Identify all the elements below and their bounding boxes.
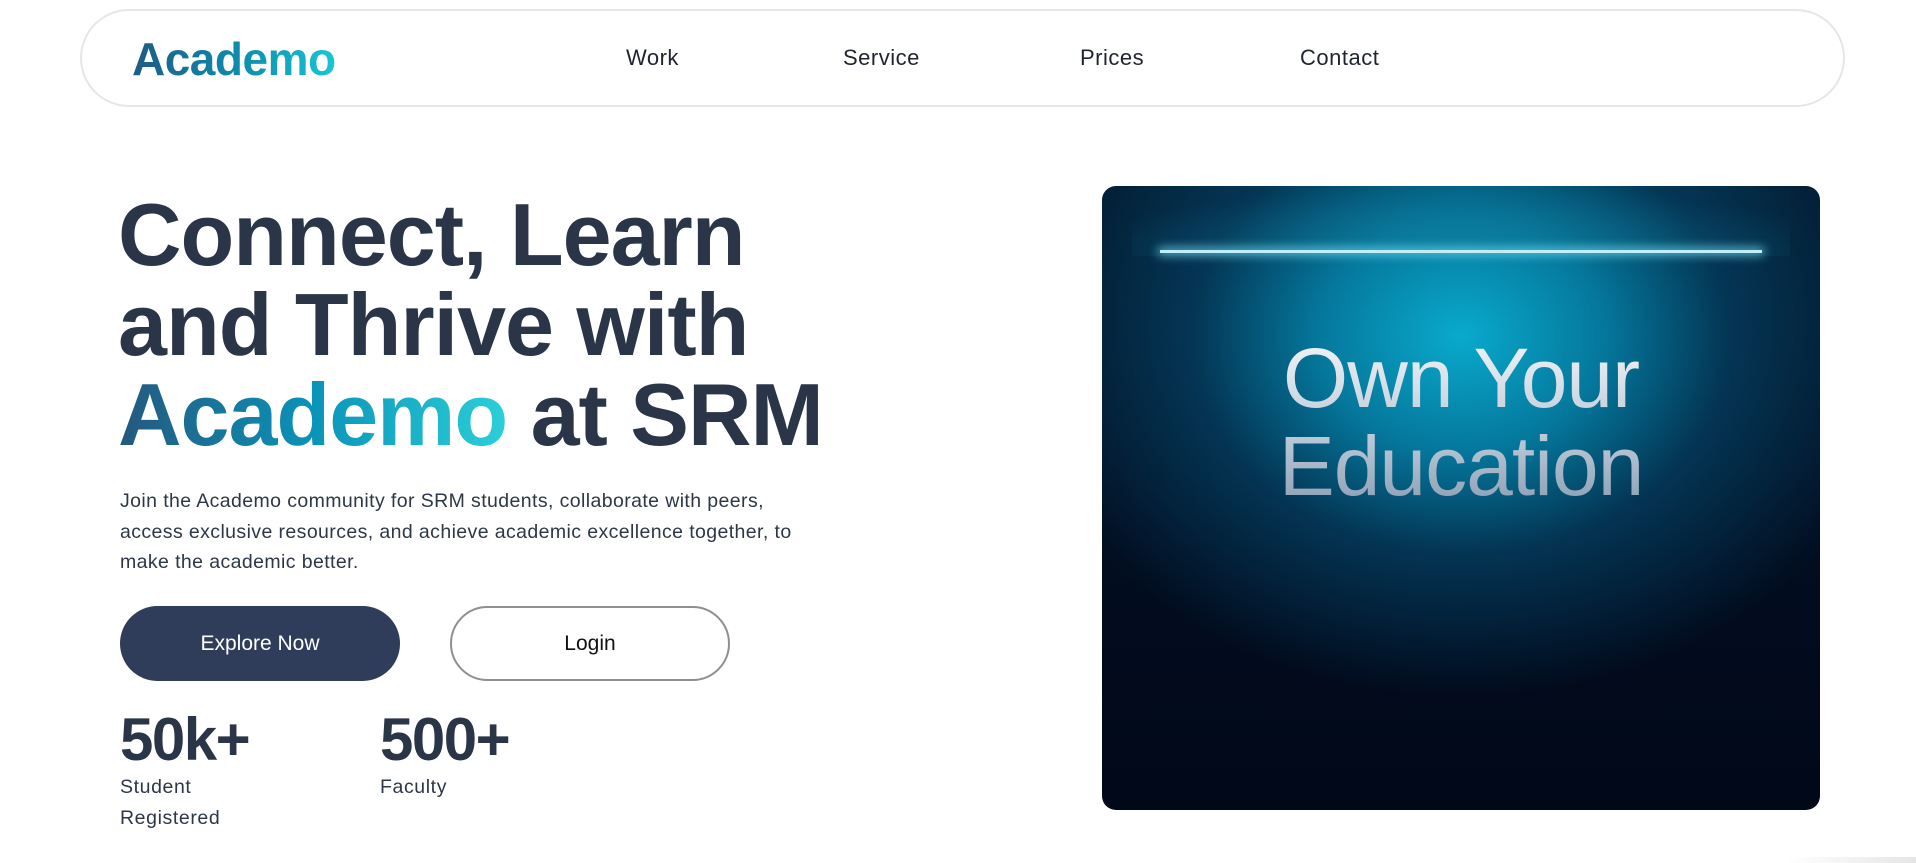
- feature-heading-line1: Own Your: [1282, 331, 1640, 425]
- hero-title-line2: and Thrive with: [118, 275, 749, 374]
- light-glow: [1132, 186, 1790, 256]
- hero-title-suffix: at SRM: [507, 365, 824, 464]
- nav-link-contact[interactable]: Contact: [1300, 45, 1379, 71]
- hero-title-line1: Connect, Learn: [118, 185, 746, 284]
- corner-shadow: [1786, 857, 1916, 863]
- nav-link-prices[interactable]: Prices: [1080, 45, 1144, 71]
- stat-label: Student Registered: [120, 776, 221, 829]
- stat-faculty: 500+ Faculty: [380, 706, 511, 803]
- brand-logo[interactable]: Academo: [132, 33, 336, 86]
- nav-link-service[interactable]: Service: [843, 45, 920, 71]
- light-bar: [1160, 250, 1762, 253]
- stat-label: Faculty: [380, 776, 448, 798]
- login-button[interactable]: Login: [450, 606, 730, 681]
- explore-now-button[interactable]: Explore Now: [120, 606, 400, 681]
- feature-heading-line2: Education: [1278, 419, 1644, 513]
- hero-description: Join the Academo community for SRM stude…: [120, 490, 792, 573]
- navbar: Academo Work Service Prices Contact: [80, 9, 1845, 107]
- stat-value: 500+: [380, 706, 511, 773]
- feature-heading: Own Your Education: [1102, 334, 1820, 510]
- landing-page: Academo Work Service Prices Contact Conn…: [0, 0, 1916, 863]
- nav-link-work[interactable]: Work: [626, 45, 679, 71]
- stat-students: 50k+ Student Registered: [120, 706, 251, 833]
- hero-title-brand: Academo: [118, 365, 508, 464]
- feature-card: Own Your Education: [1102, 186, 1820, 810]
- stat-value: 50k+: [120, 706, 251, 773]
- hero-title: Connect, Learn and Thrive with Academo a…: [118, 190, 824, 460]
